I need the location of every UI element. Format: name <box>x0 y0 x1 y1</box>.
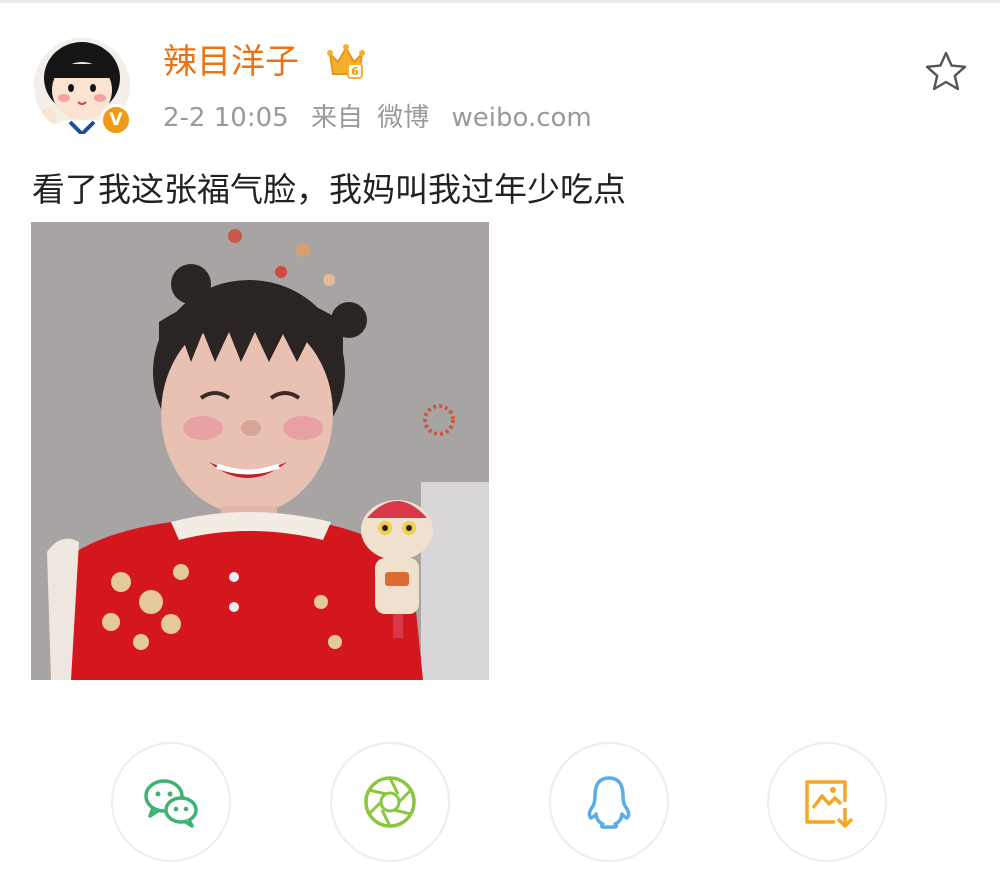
crown-icon: 6 <box>327 44 365 79</box>
post-date: 2-2 10:05 <box>163 103 289 133</box>
share-moments-button[interactable] <box>330 742 450 862</box>
share-qq-button[interactable] <box>549 742 669 862</box>
post-text: 看了我这张福气脸，我妈叫我过年少吃点 <box>32 170 626 209</box>
save-image-button[interactable] <box>767 742 887 862</box>
wechat-icon <box>144 779 198 828</box>
username[interactable]: 辣目洋子 <box>163 38 299 86</box>
moments-shutter-icon <box>364 776 416 828</box>
crown-level: 6 <box>351 65 359 78</box>
top-divider <box>0 0 1000 3</box>
save-image-icon <box>805 780 854 828</box>
source-prefix: 来自 <box>310 103 363 133</box>
post-meta: 2-2 10:05 来自 微博 weibo.com <box>163 98 606 138</box>
verified-mark: V <box>109 110 123 130</box>
share-wechat-button[interactable] <box>111 742 231 862</box>
qq-penguin-icon <box>587 776 631 829</box>
verified-v-icon: V <box>100 104 132 136</box>
source-name: 微博 <box>377 103 430 133</box>
source-domain: weibo.com <box>451 103 592 133</box>
post-image[interactable] <box>31 222 489 680</box>
weibo-post-share-card: V 辣目洋子 6 2-2 10:05 来自 微博 weibo.com 看了我这张… <box>0 0 1000 876</box>
star-outline-icon[interactable] <box>922 48 970 96</box>
